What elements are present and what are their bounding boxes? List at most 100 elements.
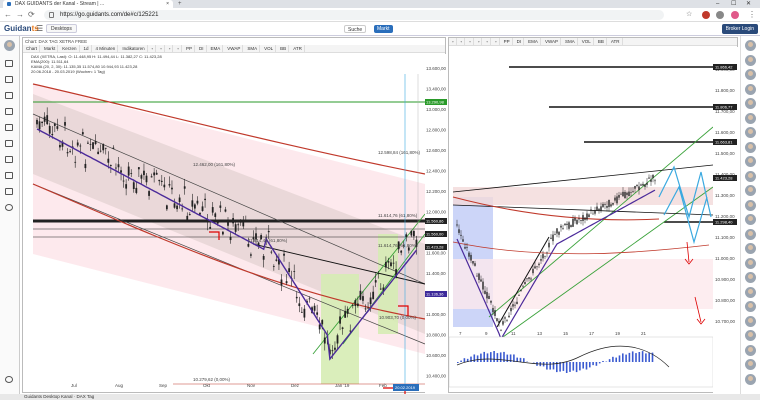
forward-button[interactable]: → xyxy=(16,10,24,20)
browser-tab[interactable]: DAX GUIDANTS der Kanal - Stream | ... × xyxy=(3,0,173,8)
follower-avatar[interactable] xyxy=(745,373,756,385)
left-tool-12[interactable]: EMA xyxy=(209,45,224,52)
follower-avatar[interactable] xyxy=(745,243,756,254)
right-tool-13[interactable]: ATR xyxy=(609,38,623,45)
minimize-button[interactable]: – xyxy=(716,0,719,8)
settings-icon[interactable] xyxy=(5,376,13,383)
candle-body xyxy=(186,215,189,221)
left-tool-1[interactable]: Markt xyxy=(42,45,59,52)
markt-button[interactable]: Markt xyxy=(374,25,393,33)
right-tool-9[interactable]: VWAP xyxy=(543,38,562,45)
follower-avatar[interactable] xyxy=(745,228,756,240)
follower-avatar[interactable] xyxy=(745,315,756,327)
reload-button[interactable]: ⟳ xyxy=(28,10,35,20)
left-tool-11[interactable]: DI xyxy=(197,45,207,52)
globe-icon[interactable] xyxy=(5,204,13,211)
candle-body xyxy=(498,320,500,324)
candle-body xyxy=(183,186,186,189)
left-tool-7[interactable]: ▫ xyxy=(158,45,165,52)
candle-body xyxy=(578,218,580,220)
back-button[interactable]: ← xyxy=(4,10,12,20)
close-tab-icon[interactable]: × xyxy=(166,0,169,8)
right-tool-3[interactable]: ▫ xyxy=(476,38,483,45)
macd-bar xyxy=(641,351,644,362)
guidants-logo[interactable]: Guidants xyxy=(4,24,39,33)
candle-body xyxy=(171,187,173,190)
calendar-icon[interactable] xyxy=(5,188,13,195)
left-tool-15[interactable]: VOL xyxy=(262,45,277,52)
follower-avatar[interactable] xyxy=(745,301,756,312)
follower-avatar[interactable] xyxy=(745,344,756,356)
url-field[interactable]: https://go.guidants.com/de#c/125221 xyxy=(44,10,664,20)
red-arrow xyxy=(684,241,694,265)
bell-icon[interactable] xyxy=(5,156,13,163)
follower-avatar[interactable] xyxy=(745,185,756,196)
left-tool-13[interactable]: VWAP xyxy=(225,45,244,52)
right-tool-6[interactable]: PP xyxy=(502,38,513,45)
candle-body xyxy=(275,259,278,261)
follower-avatar[interactable] xyxy=(745,199,756,211)
search-button[interactable]: Suche xyxy=(344,25,367,33)
right-tool-8[interactable]: EMA xyxy=(526,38,541,45)
follower-avatar[interactable] xyxy=(745,98,756,109)
follower-avatar[interactable] xyxy=(745,69,756,80)
right-tool-0[interactable]: ▫ xyxy=(450,38,457,45)
user-avatar[interactable] xyxy=(4,40,15,51)
menu-icon[interactable]: ☰ xyxy=(36,24,43,33)
left-tool-14[interactable]: SMA xyxy=(245,45,261,52)
left-tool-9[interactable]: ▫ xyxy=(175,45,183,52)
macd-bar xyxy=(579,362,581,371)
follower-avatar[interactable] xyxy=(745,272,756,283)
close-window-button[interactable]: ✕ xyxy=(746,0,751,8)
extension-icon[interactable] xyxy=(702,11,710,19)
left-tool-6[interactable]: ▫ xyxy=(150,45,157,52)
left-tool-17[interactable]: ATR xyxy=(291,45,305,52)
table-icon[interactable] xyxy=(5,172,13,179)
broker-login-button[interactable]: Broker Login xyxy=(721,24,758,34)
chat-icon[interactable] xyxy=(5,60,13,67)
left-tool-5[interactable]: Indikatoren xyxy=(120,45,148,52)
right-tool-5[interactable]: ▫ xyxy=(493,38,500,45)
follower-avatar[interactable] xyxy=(745,214,756,225)
follower-avatar[interactable] xyxy=(745,330,756,341)
left-tool-4[interactable]: 4 Minuten xyxy=(94,45,119,52)
right-tool-11[interactable]: VOL xyxy=(580,38,594,45)
left-tool-16[interactable]: BB xyxy=(278,45,290,52)
extension-icon[interactable] xyxy=(716,11,724,19)
left-tool-10[interactable]: PP xyxy=(184,45,196,52)
follower-avatar[interactable] xyxy=(745,156,756,167)
follower-avatar[interactable] xyxy=(745,286,756,298)
right-tool-1[interactable]: ▫ xyxy=(459,38,466,45)
chart-icon[interactable] xyxy=(5,124,13,131)
follower-avatar[interactable] xyxy=(745,359,756,370)
left-tool-3[interactable]: 1d xyxy=(82,45,92,52)
follower-avatar[interactable] xyxy=(745,257,756,269)
left-price-chart[interactable]: 12.598,84 (161,80%) 12.462,00 (161,80%) 11… xyxy=(23,54,447,394)
follower-avatar[interactable] xyxy=(745,112,756,124)
message-icon[interactable] xyxy=(5,76,13,83)
right-tool-10[interactable]: SMA xyxy=(563,38,578,45)
follower-avatar[interactable] xyxy=(745,127,756,138)
folder-icon[interactable] xyxy=(5,108,13,115)
left-tool-2[interactable]: Kerzen xyxy=(60,45,80,52)
follower-avatar[interactable] xyxy=(745,170,756,182)
right-price-chart[interactable]: 11.900,0011.800,0011.700,0011.600,0011.5… xyxy=(449,47,739,393)
list-icon[interactable] xyxy=(5,92,13,99)
follower-avatar[interactable] xyxy=(745,40,756,51)
right-tool-2[interactable]: ▫ xyxy=(467,38,474,45)
follower-avatar[interactable] xyxy=(745,83,756,95)
right-tool-7[interactable]: DI xyxy=(515,38,525,45)
follower-avatar[interactable] xyxy=(745,54,756,66)
profile-avatar[interactable] xyxy=(731,11,739,19)
left-tool-8[interactable]: ▫ xyxy=(167,45,174,52)
bookmark-star-icon[interactable]: ☆ xyxy=(686,10,692,20)
new-tab-button[interactable]: + xyxy=(178,0,182,8)
left-tool-0[interactable]: Chart xyxy=(24,45,41,52)
desktops-tab[interactable]: Desktops xyxy=(46,24,77,33)
right-tool-12[interactable]: BB xyxy=(596,38,607,45)
right-tool-4[interactable]: ▫ xyxy=(484,38,492,45)
star-icon[interactable] xyxy=(5,140,13,147)
menu-dots-icon[interactable]: ⋮ xyxy=(748,10,756,20)
follower-avatar[interactable] xyxy=(745,141,756,153)
maximize-button[interactable]: ☐ xyxy=(731,0,736,8)
